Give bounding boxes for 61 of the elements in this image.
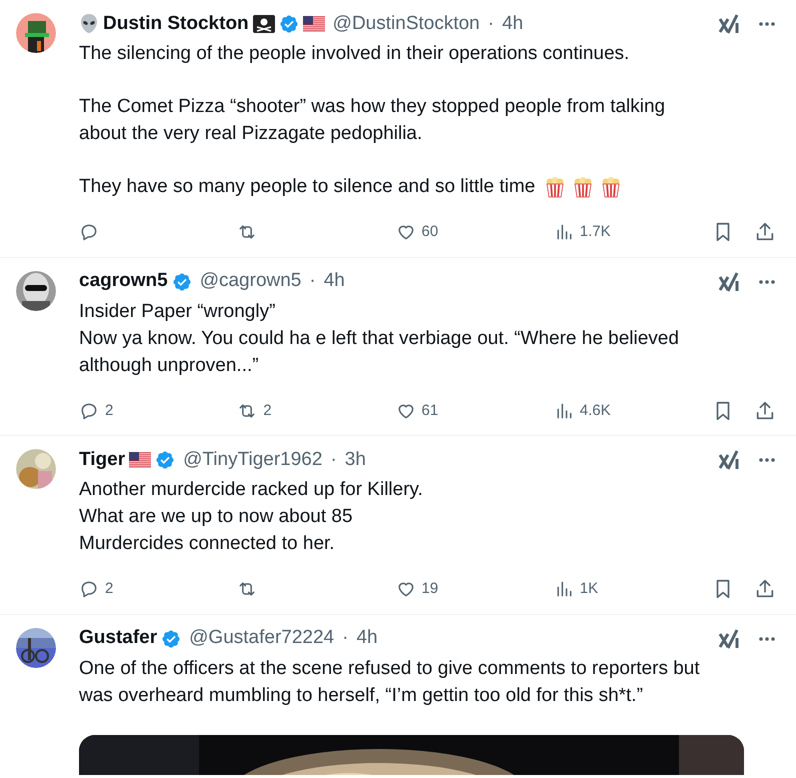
us-flag-icon (302, 16, 325, 32)
more-icon[interactable] (758, 457, 776, 463)
user-name[interactable]: Tiger (79, 446, 126, 474)
views-button[interactable]: 1K (554, 578, 598, 600)
user-name[interactable]: Dustin Stockton (103, 10, 249, 38)
post-text: although unproven...” (79, 354, 259, 378)
slash-logo-icon[interactable] (718, 628, 740, 650)
verified-badge-icon (161, 628, 182, 648)
user-name[interactable]: Gustafer (79, 624, 158, 653)
skull-flag-icon (252, 15, 275, 33)
verified-badge-icon (172, 272, 192, 292)
share-icon[interactable] (754, 400, 776, 422)
slash-logo-icon[interactable] (718, 449, 740, 471)
post-time[interactable]: 4h (324, 267, 345, 296)
reply-button[interactable]: 2 (79, 400, 114, 422)
separator-dot: · (330, 448, 337, 472)
verified-badge-icon (155, 450, 176, 470)
reply-icon (79, 222, 99, 242)
post-text: about the very real Pizzagate pedophilia. (79, 122, 422, 146)
popcorn-icon (544, 176, 566, 198)
user-handle[interactable]: @TinyTiger1962 (183, 446, 322, 474)
like-button[interactable]: 19 (396, 578, 438, 600)
us-flag-icon (129, 452, 152, 468)
like-button[interactable]: 60 (396, 221, 438, 244)
repost-button[interactable]: 2 (237, 400, 272, 422)
reply-icon (79, 579, 99, 600)
post-text: The silencing of the people involved in their operations continues. (79, 42, 630, 66)
separator-dot: · (488, 12, 494, 36)
user-name[interactable]: cagrown5 (79, 267, 168, 296)
popcorn-icon (600, 176, 622, 198)
like-button[interactable]: 61 (396, 400, 438, 422)
separator-dot: · (309, 269, 316, 294)
post-text: What are we up to now about 85 (79, 505, 353, 529)
post-time[interactable]: 4h (356, 624, 378, 653)
reply-button[interactable] (79, 222, 99, 242)
slash-logo-icon[interactable] (718, 13, 740, 35)
views-button[interactable]: 4.6K (554, 400, 611, 422)
reply-icon (79, 400, 99, 421)
post-text: One of the officers at the scene refused to give comments to reporters but (79, 656, 700, 680)
post-text: Now ya know. You could ha e left that verbiage out. “Where he believed (79, 326, 679, 350)
user-handle[interactable]: @DustinStockton (332, 10, 480, 38)
post-time[interactable]: 4h (502, 10, 524, 38)
more-icon[interactable] (758, 636, 776, 642)
popcorn-icon (572, 176, 594, 198)
slash-logo-icon[interactable] (718, 270, 740, 292)
separator-dot: · (342, 626, 348, 650)
alien-icon (79, 13, 99, 35)
views-button[interactable]: 1.7K (554, 221, 611, 244)
post-text: They have so many people to silence and so little time (79, 175, 536, 199)
more-icon[interactable] (758, 21, 776, 27)
post-text: Another murdercide racked up for Killery. (79, 478, 423, 502)
post-text: Insider Paper “wrongly” (79, 300, 276, 324)
user-handle[interactable]: @Gustafer72224 (189, 624, 334, 653)
verified-badge-icon (278, 14, 299, 34)
more-icon[interactable] (758, 278, 776, 284)
post-text: The Comet Pizza “shooter” was how they stopped people from talking (79, 95, 666, 119)
reply-button[interactable]: 2 (79, 578, 114, 600)
post-text: was overheard mumbling to herself, “I’m gettin too old for this sh*t.” (79, 684, 643, 708)
post-text: Murdercides connected to her. (79, 532, 335, 556)
post-time[interactable]: 3h (344, 446, 366, 474)
user-handle[interactable]: @cagrown5 (200, 267, 302, 296)
